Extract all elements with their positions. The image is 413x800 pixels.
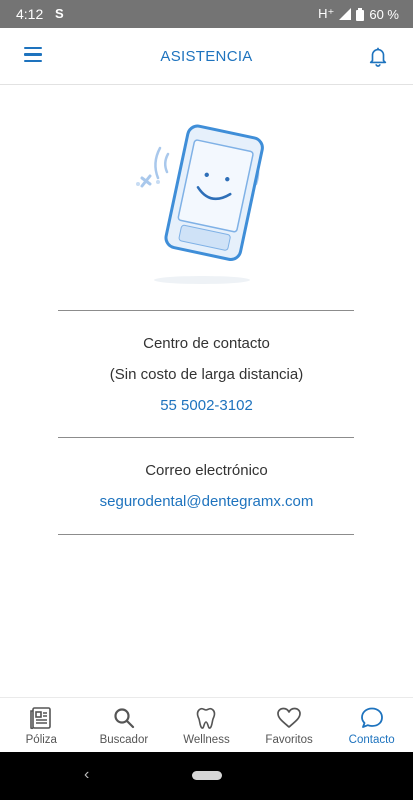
home-pill[interactable] (192, 771, 222, 780)
network-type: H⁺ (318, 6, 335, 21)
email-label: Correo electrónico (145, 462, 268, 479)
email-row: segurodental@dentegramx.com (0, 493, 413, 510)
nav-label-wellness: Wellness (183, 734, 230, 746)
battery-icon (356, 7, 365, 21)
system-nav-bar: ‹ (0, 752, 413, 800)
signal-icon (339, 8, 352, 20)
battery-level: 60 % (369, 6, 399, 22)
phone-link[interactable]: 55 5002-3102 (160, 397, 253, 414)
nav-label-contacto: Contacto (348, 734, 395, 746)
nav-label-favoritos: Favoritos (265, 734, 313, 746)
contact-center-label: Centro de contacto (143, 335, 270, 352)
search-icon (114, 708, 134, 729)
nav-label-poliza: Póliza (25, 734, 57, 746)
tooth-icon (197, 707, 216, 729)
back-icon[interactable]: ‹ (84, 766, 89, 784)
divider-middle (58, 437, 354, 438)
status-time: 4:12 (16, 6, 44, 22)
nav-label-buscador: Buscador (99, 734, 149, 746)
email-link[interactable]: segurodental@dentegramx.com (100, 493, 314, 510)
heart-icon (277, 707, 301, 728)
chat-icon (360, 707, 383, 728)
divider-bottom (58, 534, 354, 535)
nav-item-contacto[interactable]: Contacto (330, 698, 413, 753)
status-indicators: H⁺ 60 % (318, 6, 399, 22)
document-icon (30, 707, 52, 730)
nav-item-wellness[interactable]: Wellness (165, 698, 248, 753)
status-bar: 4:12 S H⁺ 60 % (0, 0, 413, 28)
page-title: ASISTENCIA (160, 48, 253, 65)
bell-icon[interactable] (367, 44, 389, 68)
bottom-nav: Póliza Buscador Wellness Favoritos Conta… (0, 697, 413, 753)
contact-center-note: (Sin costo de larga distancia) (109, 366, 304, 383)
notification-s-icon: S (55, 6, 64, 21)
app-bar: ASISTENCIA (0, 28, 413, 85)
phone-smile-illustration (136, 124, 264, 284)
divider-top (58, 310, 354, 311)
nav-item-buscador[interactable]: Buscador (83, 698, 166, 753)
phone-row: 55 5002-3102 (0, 397, 413, 414)
nav-item-favoritos[interactable]: Favoritos (248, 698, 331, 753)
nav-item-poliza[interactable]: Póliza (0, 698, 83, 753)
